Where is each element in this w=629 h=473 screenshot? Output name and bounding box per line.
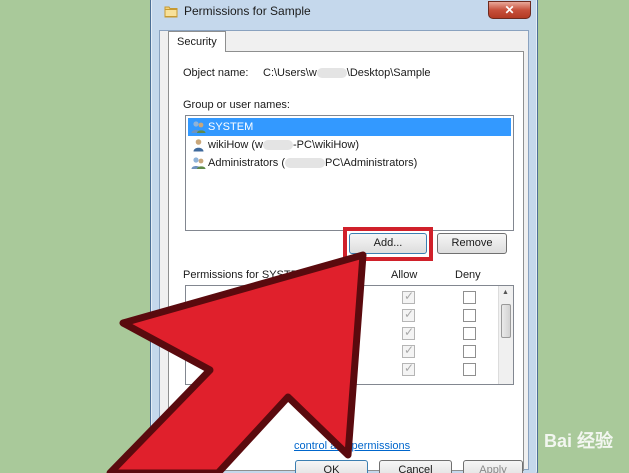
close-button[interactable]: ✕ [488,1,531,19]
scroll-up-arrow-icon[interactable]: ▲ [502,289,509,296]
apply-button[interactable]: Apply [463,460,523,473]
deny-checkbox[interactable] [463,363,476,376]
window-title: Permissions for Sample [184,4,311,18]
permission-row [186,288,498,306]
permission-row [186,324,498,342]
user-item-wikihow[interactable]: wikiHow (w -PC\wikiHow) [188,136,511,154]
group-names-label: Group or user names: [183,99,290,111]
deny-checkbox[interactable] [463,345,476,358]
user-item-label: SYSTEM [208,121,254,133]
permissions-list: ▲ [185,285,514,385]
permissions-dialog: Permissions for Sample ✕ Security Object… [150,0,538,473]
add-button[interactable]: Add... [349,233,427,254]
redacted-blur [263,140,293,151]
user-item-label: Administrators (PC\Administrators) [208,157,418,169]
group-users-icon [191,157,206,169]
user-item-administrators[interactable]: Administrators (PC\Administrators) [188,154,511,172]
permission-row [186,306,498,324]
ok-button[interactable]: OK [295,460,368,473]
permission-row [186,342,498,360]
dialog-client-area: Security Object name: C:\Users\w \Desktop… [159,30,529,473]
tab-security[interactable]: Security [168,31,226,52]
folder-icon [164,6,178,18]
security-panel: Object name: C:\Users\w \Desktop\Sample G… [168,51,524,473]
allow-column-header: Allow [391,269,418,281]
permissions-header: Permissions for SYSTEM [183,269,308,281]
redacted-blur [316,68,347,79]
deny-column-header: Deny [455,269,481,281]
group-users-icon [191,121,206,133]
allow-checkbox[interactable] [402,325,415,340]
cancel-button[interactable]: Cancel [379,460,452,473]
remove-button[interactable]: Remove [437,233,507,254]
user-item-system[interactable]: SYSTEM [188,118,511,136]
redacted-blur [285,158,326,169]
deny-checkbox[interactable] [463,291,476,304]
allow-checkbox[interactable] [402,307,415,322]
allow-checkbox[interactable] [402,289,415,304]
deny-checkbox[interactable] [463,309,476,322]
watermark-logo: Bai 经验 [543,431,613,451]
object-name-label: Object name: [183,67,249,79]
allow-checkbox[interactable] [402,361,415,376]
user-item-label: wikiHow (w -PC\wikiHow) [208,139,359,151]
allow-checkbox[interactable] [402,343,415,358]
deny-checkbox[interactable] [463,327,476,340]
advanced-permissions-link[interactable]: control and permissions [294,440,410,452]
permission-row [186,360,498,378]
title-bar[interactable]: Permissions for Sample ✕ [151,1,537,23]
user-icon [193,139,204,152]
user-list: SYSTEM wikiHow (w -PC\wikiHow) Administra… [185,115,514,231]
scroll-thumb[interactable] [501,304,511,338]
object-path: C:\Users\w \Desktop\Sample [263,67,431,79]
permissions-scrollbar[interactable]: ▲ [498,286,513,384]
